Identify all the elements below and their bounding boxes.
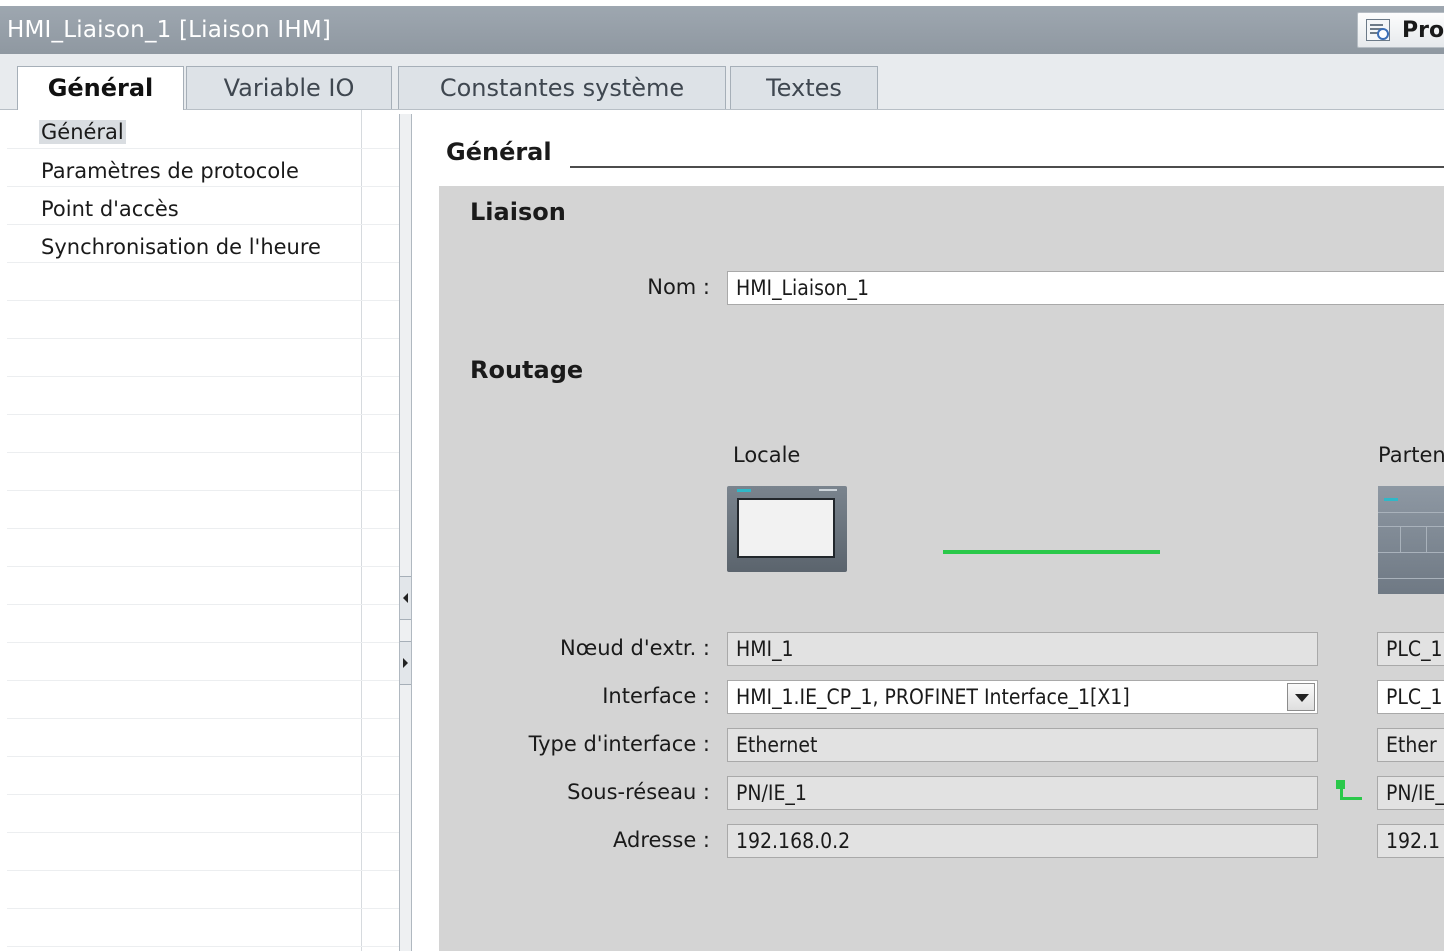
local-address-field: 192.168.0.2 — [727, 824, 1318, 858]
row-divider — [7, 832, 401, 833]
tab-general[interactable]: Général — [17, 66, 184, 111]
sidebar-item-protocol-parameters[interactable]: Paramètres de protocole — [41, 159, 299, 183]
brand-mark — [819, 489, 837, 491]
collapse-left-icon — [403, 593, 408, 603]
name-input[interactable]: HMI_Liaison_1 — [727, 271, 1444, 305]
window-title: HMI_Liaison_1 [Liaison IHM] — [7, 17, 332, 43]
tab-texts[interactable]: Textes — [730, 66, 878, 109]
row-divider — [7, 262, 401, 263]
row-divider — [7, 490, 401, 491]
local-interface-type-field: Ethernet — [727, 728, 1318, 762]
local-interface-value: HMI_1.IE_CP_1, PROFINET Interface_1[X1] — [736, 685, 1130, 709]
row-divider — [7, 908, 401, 909]
subnet-icon — [1336, 780, 1364, 802]
liaison-group-title: Liaison — [470, 198, 566, 226]
module-line — [1378, 578, 1444, 579]
module-divider — [1400, 526, 1401, 552]
properties-icon — [1366, 19, 1390, 41]
address-label: Adresse : — [613, 828, 710, 852]
row-divider — [7, 186, 401, 187]
local-interface-select[interactable]: HMI_1.IE_CP_1, PROFINET Interface_1[X1] — [727, 680, 1318, 714]
routage-group-title: Routage — [470, 356, 584, 384]
subnet-icon-base — [1340, 797, 1362, 800]
row-divider — [7, 642, 401, 643]
row-divider — [7, 224, 401, 225]
name-label: Nom : — [647, 275, 710, 299]
sidebar-item-time-sync[interactable]: Synchronisation de l'heure — [41, 235, 321, 259]
tab-strip: Général Variable IO Constantes système T… — [0, 54, 1444, 111]
section-divider — [570, 166, 1444, 168]
row-divider — [7, 870, 401, 871]
connection-line — [943, 550, 1160, 554]
sidebar-nav: Général Paramètres de protocole Point d'… — [7, 110, 401, 951]
interface-type-label: Type d'interface : — [528, 732, 710, 756]
row-divider — [7, 528, 401, 529]
local-node-field: HMI_1 — [727, 632, 1318, 666]
sidebar-item-access-point[interactable]: Point d'accès — [41, 197, 179, 221]
partner-interface-type-field: Ether — [1377, 728, 1444, 762]
subnet-label: Sous-réseau : — [567, 780, 710, 804]
partner-node-field: PLC_1 — [1377, 632, 1444, 666]
tab-system-constants[interactable]: Constantes système — [398, 66, 726, 109]
row-divider — [7, 300, 401, 301]
hmi-device-icon[interactable] — [727, 486, 847, 572]
chevron-down-icon[interactable] — [1287, 683, 1315, 711]
partner-interface-select[interactable]: PLC_1 — [1377, 680, 1444, 714]
module-line — [1378, 526, 1444, 527]
tab-variable-io[interactable]: Variable IO — [186, 66, 392, 109]
row-divider — [7, 148, 401, 149]
partner-label: Parten — [1378, 443, 1444, 467]
plc-device-icon[interactable] — [1378, 486, 1444, 594]
node-label: Nœud d'extr. : — [560, 636, 710, 660]
row-divider — [7, 680, 401, 681]
sidebar-item-general[interactable]: Général — [39, 120, 126, 144]
row-divider — [7, 756, 401, 757]
properties-button-label: Pro — [1402, 18, 1444, 43]
hmi-screen — [737, 498, 835, 558]
row-divider — [7, 718, 401, 719]
row-divider — [7, 414, 401, 415]
local-label: Locale — [733, 443, 801, 467]
module-divider — [1426, 526, 1427, 552]
row-divider — [7, 338, 401, 339]
subnet-icon-node — [1336, 780, 1345, 789]
row-divider — [7, 376, 401, 377]
section-title: Général — [446, 138, 552, 166]
row-divider — [7, 946, 401, 947]
expand-pane-button[interactable] — [400, 641, 411, 685]
interface-label: Interface : — [602, 684, 710, 708]
status-led — [737, 489, 751, 492]
window-title-bar: HMI_Liaison_1 [Liaison IHM] — [0, 6, 1444, 54]
partner-address-field: 192.1 — [1377, 824, 1444, 858]
row-divider — [7, 566, 401, 567]
collapse-pane-button[interactable] — [400, 576, 411, 620]
row-divider — [7, 604, 401, 605]
row-divider — [7, 794, 401, 795]
expand-right-icon — [403, 658, 408, 668]
local-subnet-field: PN/IE_1 — [727, 776, 1318, 810]
module-line — [1378, 512, 1444, 513]
partner-subnet-field: PN/IE_ — [1377, 776, 1444, 810]
module-line — [1378, 552, 1444, 553]
properties-button[interactable]: Pro — [1357, 12, 1444, 48]
status-led — [1384, 498, 1398, 501]
pane-splitter[interactable] — [399, 114, 412, 951]
row-divider — [7, 452, 401, 453]
